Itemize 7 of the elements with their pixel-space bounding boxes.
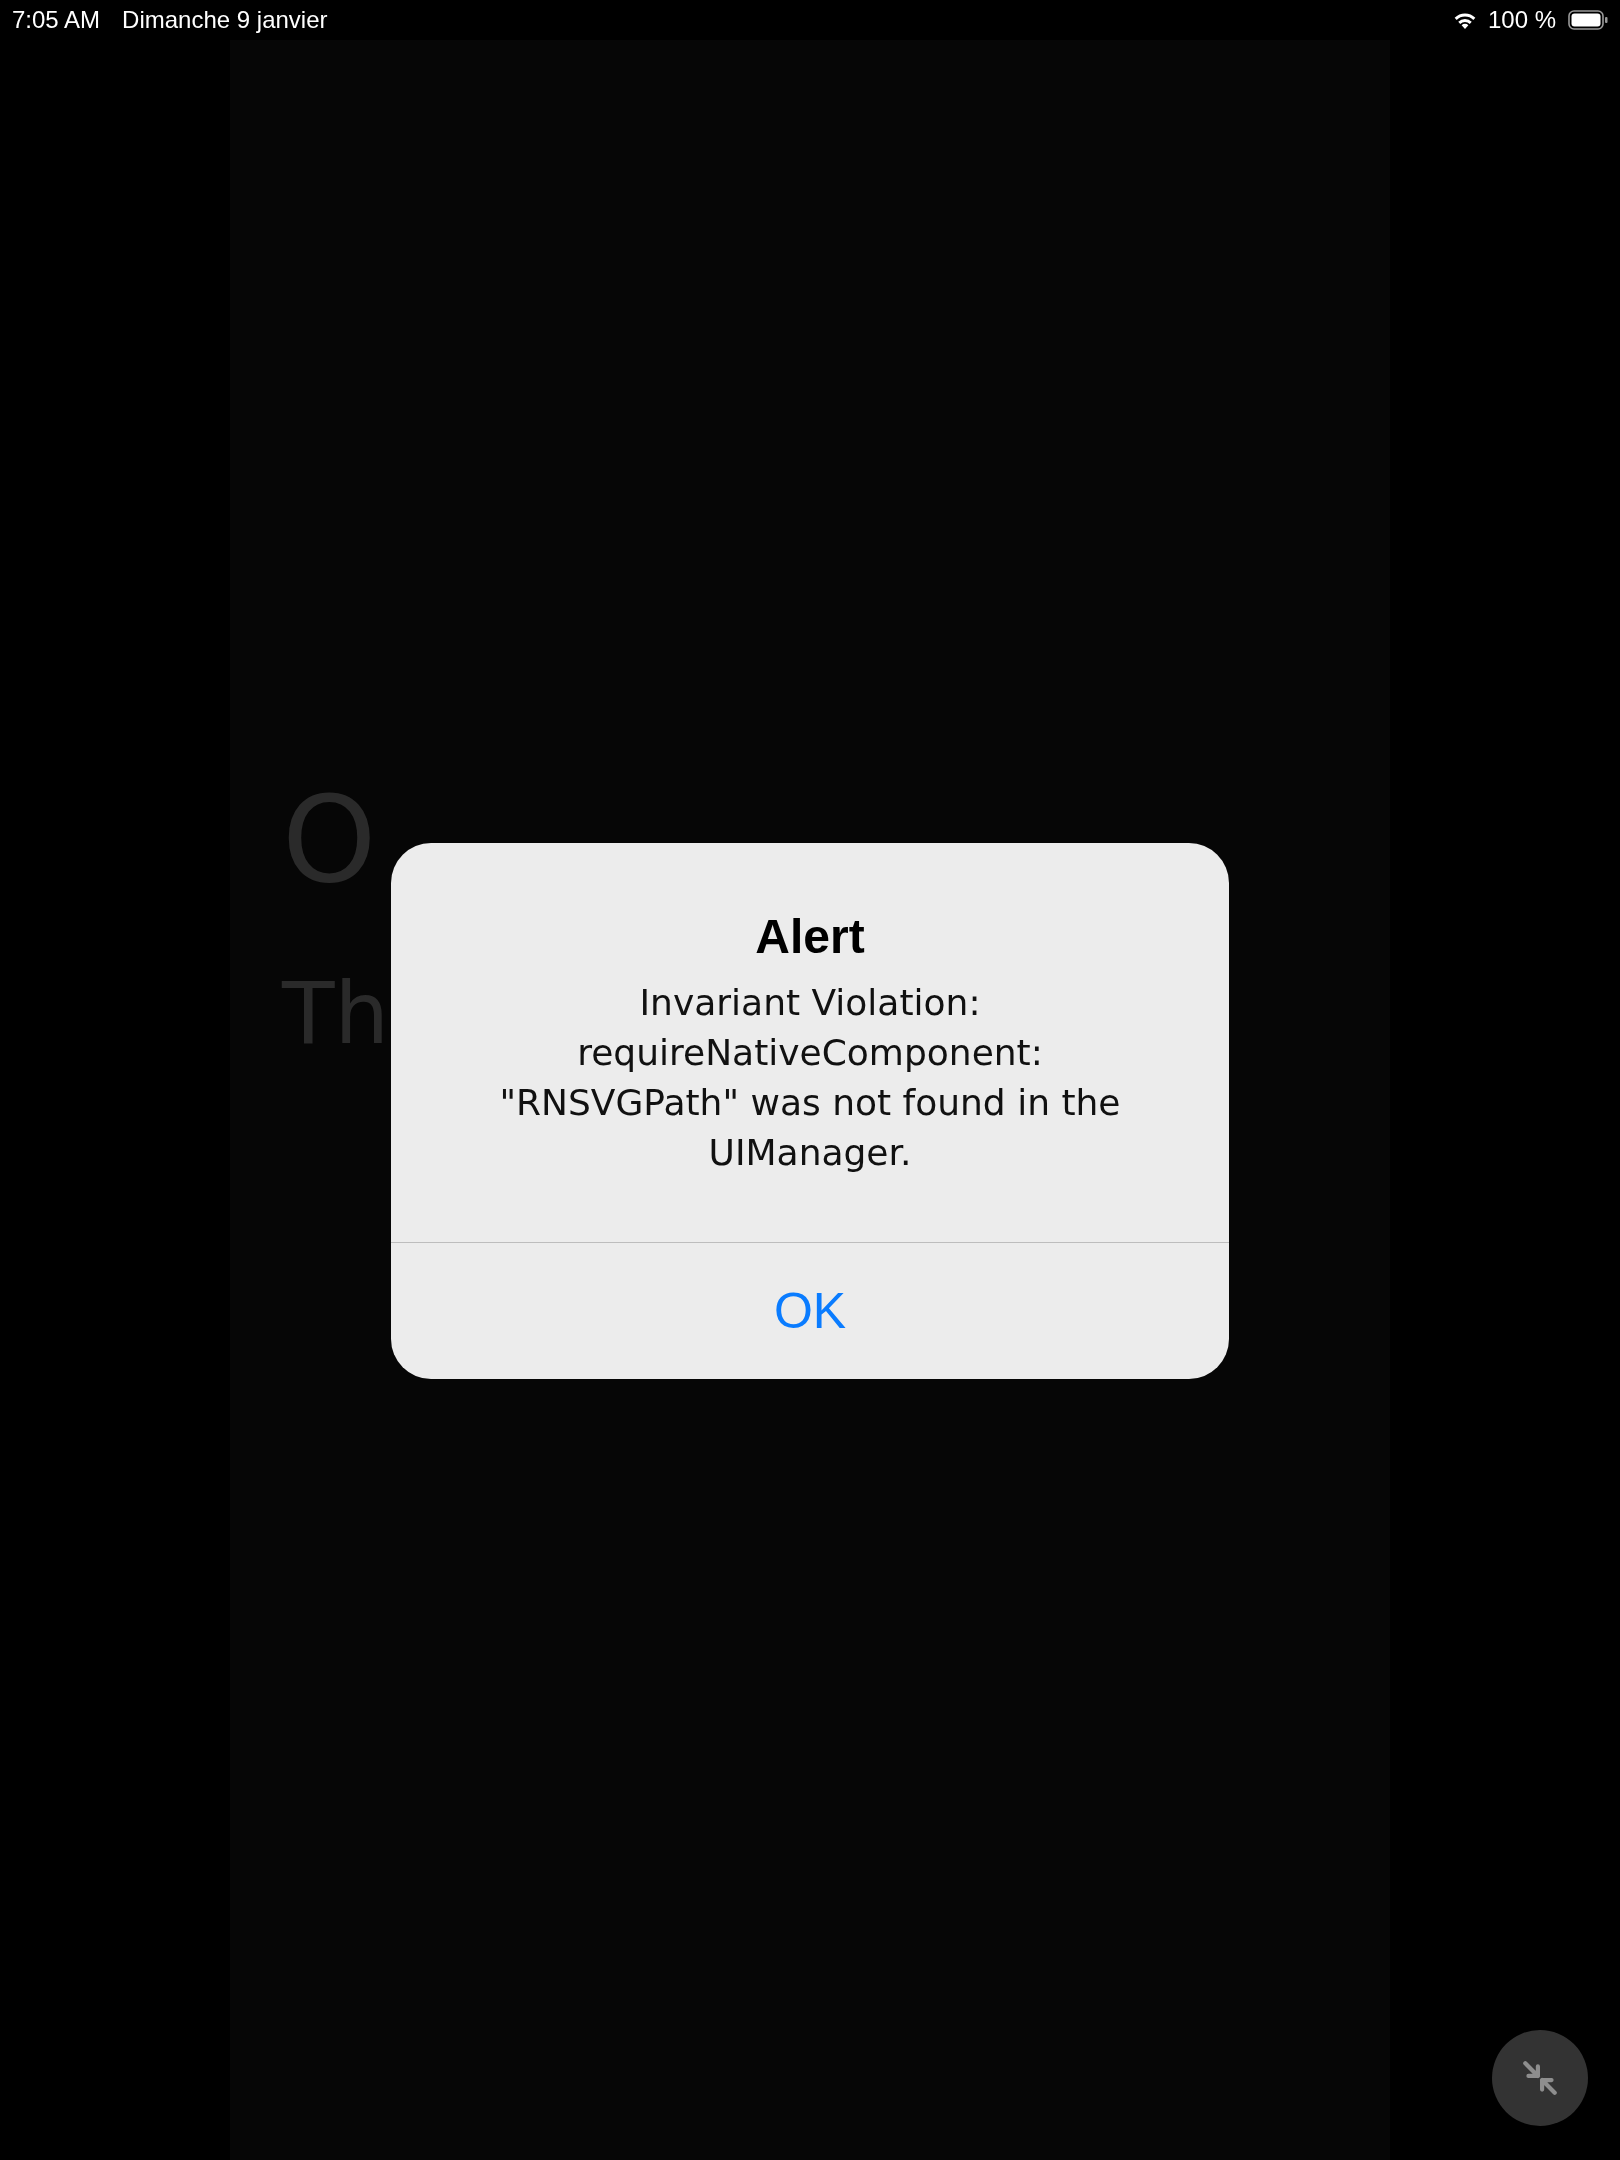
- alert-title: Alert: [755, 909, 865, 964]
- ok-button[interactable]: OK: [391, 1243, 1229, 1379]
- status-date: Dimanche 9 janvier: [122, 6, 328, 34]
- alert-message: Invariant Violation: requireNativeComponent: "RNSVGPath" was not found in the UIManager.: [498, 981, 1122, 1175]
- battery-icon: [1568, 10, 1608, 30]
- status-time: 7:05 AM: [12, 6, 101, 34]
- battery-percent: 100 %: [1487, 6, 1556, 34]
